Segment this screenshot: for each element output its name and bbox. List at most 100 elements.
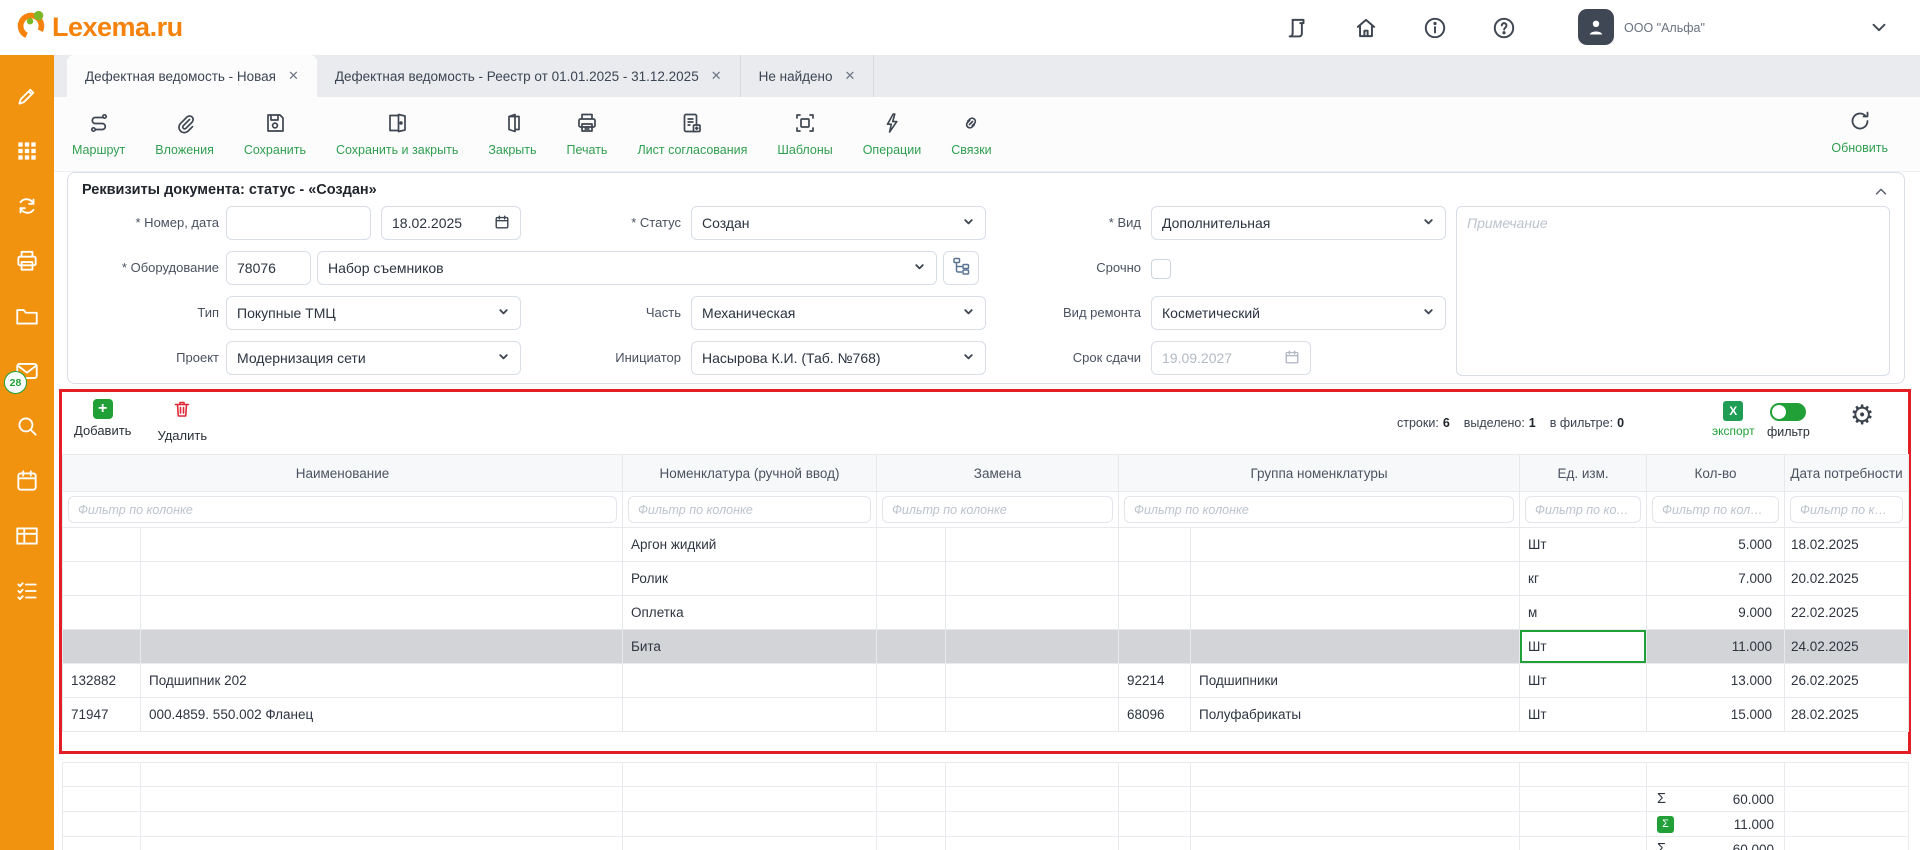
grid-cell[interactable] xyxy=(1191,596,1520,630)
grid-cell[interactable]: 28.02.2025 xyxy=(1785,698,1909,732)
grid-cell[interactable] xyxy=(946,528,1119,562)
equipment-tree-button[interactable] xyxy=(943,251,979,285)
column-header-date[interactable]: Дата потребности xyxy=(1785,455,1909,492)
sidebar-table-icon[interactable] xyxy=(14,523,40,549)
grid-row[interactable]: 71947 000.4859. 550.002 Фланец 68096 Пол… xyxy=(63,698,1909,732)
grid-cell[interactable]: Аргон жидкий xyxy=(623,528,877,562)
grid-cell[interactable] xyxy=(877,698,946,732)
grid-cell[interactable] xyxy=(877,562,946,596)
grid-cell[interactable] xyxy=(141,596,623,630)
grid-cell[interactable]: 71947 xyxy=(63,698,141,732)
grid-cell[interactable] xyxy=(946,562,1119,596)
save-button[interactable]: Сохранить xyxy=(244,111,306,157)
print-button[interactable]: Печать xyxy=(567,111,608,157)
attachments-button[interactable]: Вложения xyxy=(155,111,214,157)
grid-cell[interactable]: Шт xyxy=(1520,528,1647,562)
grid-cell[interactable] xyxy=(1191,528,1520,562)
grid-cell[interactable] xyxy=(1119,630,1191,664)
grid-cell[interactable] xyxy=(877,664,946,698)
grid-cell[interactable]: Шт xyxy=(1520,698,1647,732)
tab-defect-new[interactable]: Дефектная ведомость - Новая ✕ xyxy=(67,55,317,97)
grid-cell[interactable] xyxy=(63,630,141,664)
grid-cell[interactable]: Шт xyxy=(1520,664,1647,698)
route-button[interactable]: Маршрут xyxy=(72,111,125,157)
column-header-replacement[interactable]: Замена xyxy=(877,455,1119,492)
grid-cell[interactable] xyxy=(946,698,1119,732)
grid-cell[interactable]: 11.000 xyxy=(1647,630,1785,664)
grid-cell[interactable] xyxy=(623,664,877,698)
grid-cell[interactable] xyxy=(1191,630,1520,664)
tab-not-found[interactable]: Не найдено ✕ xyxy=(741,55,875,97)
grid-row[interactable]: Аргон жидкий Шт 5.000 18.02.2025 xyxy=(63,528,1909,562)
grid-cell[interactable] xyxy=(63,596,141,630)
grid-cell[interactable] xyxy=(946,596,1119,630)
export-excel-button[interactable]: X экспорт xyxy=(1712,401,1755,438)
tab-close-icon[interactable]: ✕ xyxy=(711,68,722,84)
grid-cell[interactable]: м xyxy=(1520,596,1647,630)
type-select[interactable]: Покупные ТМЦ xyxy=(226,296,521,330)
grid-cell[interactable] xyxy=(623,698,877,732)
column-header-nomenclature[interactable]: Номенклатура (ручной ввод) xyxy=(623,455,877,492)
grid-cell-focused[interactable]: Шт xyxy=(1520,630,1647,664)
approval-sheet-button[interactable]: Лист согласования xyxy=(637,111,747,157)
toggle-switch-icon[interactable] xyxy=(1770,403,1806,421)
sidebar-folder-icon[interactable] xyxy=(14,303,40,329)
grid-cell[interactable]: Подшипники xyxy=(1191,664,1520,698)
filter-toggle[interactable]: фильтр xyxy=(1767,403,1810,439)
grid-cell[interactable]: Ролик xyxy=(623,562,877,596)
equipment-code-input[interactable]: 78076 xyxy=(226,251,311,285)
grid-cell[interactable]: 24.02.2025 xyxy=(1785,630,1909,664)
urgent-checkbox[interactable] xyxy=(1151,259,1171,279)
grid-cell[interactable]: 13.000 xyxy=(1647,664,1785,698)
grid-row[interactable]: Оплетка м 9.000 22.02.2025 xyxy=(63,596,1909,630)
kind-select[interactable]: Дополнительная xyxy=(1151,206,1446,240)
delete-row-button[interactable]: Удалить xyxy=(157,399,207,443)
project-select[interactable]: Модернизация сети xyxy=(226,341,521,375)
repair-kind-select[interactable]: Косметический xyxy=(1151,296,1446,330)
grid-row[interactable]: Ролик кг 7.000 20.02.2025 xyxy=(63,562,1909,596)
tab-close-icon[interactable]: ✕ xyxy=(288,68,299,84)
doc-date-input[interactable]: 18.02.2025 xyxy=(381,206,521,240)
filter-input-nomenclature[interactable] xyxy=(628,496,871,523)
grid-cell[interactable] xyxy=(877,528,946,562)
column-header-name[interactable]: Наименование xyxy=(63,455,623,492)
links-button[interactable]: Связки xyxy=(951,111,991,157)
user-avatar[interactable] xyxy=(1578,9,1614,45)
grid-cell[interactable]: Бита xyxy=(623,630,877,664)
tab-defect-register[interactable]: Дефектная ведомость - Реестр от 01.01.20… xyxy=(317,55,741,97)
grid-cell[interactable] xyxy=(1191,562,1520,596)
column-header-unit[interactable]: Ед. изм. xyxy=(1520,455,1647,492)
collapse-chevron-icon[interactable] xyxy=(1872,183,1890,201)
sidebar-mail-icon[interactable]: 28 xyxy=(14,358,40,384)
grid-row[interactable]: 132882 Подшипник 202 92214 Подшипники Шт… xyxy=(63,664,1909,698)
filter-input-date[interactable] xyxy=(1790,496,1903,523)
grid-cell[interactable] xyxy=(1119,562,1191,596)
grid-cell[interactable]: 9.000 xyxy=(1647,596,1785,630)
filter-input-group[interactable] xyxy=(1124,496,1514,523)
sidebar-calendar-icon[interactable] xyxy=(14,468,40,494)
grid-cell[interactable] xyxy=(946,630,1119,664)
info-icon[interactable] xyxy=(1422,15,1448,41)
grid-cell[interactable]: Полуфабрикаты xyxy=(1191,698,1520,732)
grid-cell[interactable] xyxy=(877,630,946,664)
filter-input-qty[interactable] xyxy=(1652,496,1779,523)
sidebar-checklist-icon[interactable] xyxy=(14,578,40,604)
add-row-button[interactable]: + Добавить xyxy=(74,399,131,443)
doc-number-input[interactable] xyxy=(226,206,371,240)
grid-cell[interactable]: 5.000 xyxy=(1647,528,1785,562)
close-button[interactable]: Закрыть xyxy=(488,111,536,157)
tab-close-icon[interactable]: ✕ xyxy=(844,68,855,84)
sidebar-search-icon[interactable] xyxy=(14,413,40,439)
grid-row-selected[interactable]: Бита Шт 11.000 24.02.2025 xyxy=(63,630,1909,664)
home-icon[interactable] xyxy=(1353,15,1379,41)
grid-cell[interactable]: 7.000 xyxy=(1647,562,1785,596)
grid-cell[interactable]: кг xyxy=(1520,562,1647,596)
help-icon[interactable] xyxy=(1491,15,1517,41)
sidebar-print-icon[interactable] xyxy=(14,248,40,274)
filter-input-replacement[interactable] xyxy=(882,496,1113,523)
grid-cell[interactable]: 22.02.2025 xyxy=(1785,596,1909,630)
logo[interactable]: Lexema.ru xyxy=(14,8,183,47)
grid-cell[interactable]: Подшипник 202 xyxy=(141,664,623,698)
note-textarea[interactable] xyxy=(1456,206,1890,376)
equipment-select[interactable]: Набор съемников xyxy=(317,251,937,285)
